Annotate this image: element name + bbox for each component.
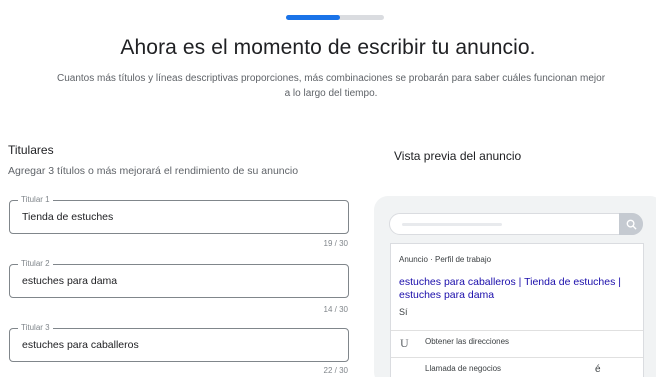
headline-2-value[interactable]: estuches para dama [22, 275, 117, 287]
directions-icon: U [400, 336, 409, 350]
ad-description: Sí [399, 307, 408, 317]
call-label: Llamada de negocios [425, 364, 502, 373]
progress-fill [286, 15, 340, 20]
headline-3-counter: 22 / 30 [323, 366, 348, 375]
headline-2-counter: 14 / 30 [323, 305, 348, 314]
headline-1-value[interactable]: Tienda de estuches [22, 211, 113, 223]
directions-label: Obtener las direcciones [425, 337, 510, 346]
headline-2-label: Titular 2 [18, 259, 53, 269]
call-extra: é [595, 364, 601, 375]
headlines-description: Agregar 3 títulos o más mejorará el rend… [8, 165, 299, 177]
headline-1-counter: 19 / 30 [323, 239, 348, 248]
headline-1-field[interactable]: Titular 1 Tienda de estuches 19 / 30 [9, 195, 349, 248]
headlines-title: Titulares [8, 143, 54, 157]
page-title: Ahora es el momento de escribir tu anunc… [120, 36, 536, 59]
subtitle-line-2: a lo largo del tiempo. [284, 88, 378, 99]
extension-directions[interactable]: U Obtener las direcciones [391, 331, 643, 357]
subtitle-line-1: Cuantos más títulos y líneas descriptiva… [56, 73, 606, 84]
headline-3-label: Titular 3 [18, 323, 53, 333]
headline-3-field[interactable]: Titular 3 estuches para caballeros 22 / … [9, 323, 349, 375]
progress-bar [286, 15, 384, 20]
preview-title: Vista previa del anuncio [394, 149, 522, 163]
headline-1-label: Titular 1 [18, 195, 53, 205]
preview-search-bar [389, 213, 643, 235]
ad-headline[interactable]: estuches para caballeros | Tienda de est… [399, 276, 639, 302]
headline-2-field[interactable]: Titular 2 estuches para dama 14 / 30 [9, 259, 349, 314]
search-placeholder-bar [402, 223, 502, 226]
extension-call[interactable]: Llamada de negocios é [391, 358, 643, 377]
search-icon [619, 213, 643, 235]
ad-meta: Anuncio · Perfil de trabajo [399, 255, 492, 264]
headline-3-value[interactable]: estuches para caballeros [22, 339, 139, 351]
ad-preview-card: Anuncio · Perfil de trabajo estuches par… [390, 243, 644, 377]
page-subtitle: Cuantos más títulos y líneas descriptiva… [8, 71, 654, 101]
